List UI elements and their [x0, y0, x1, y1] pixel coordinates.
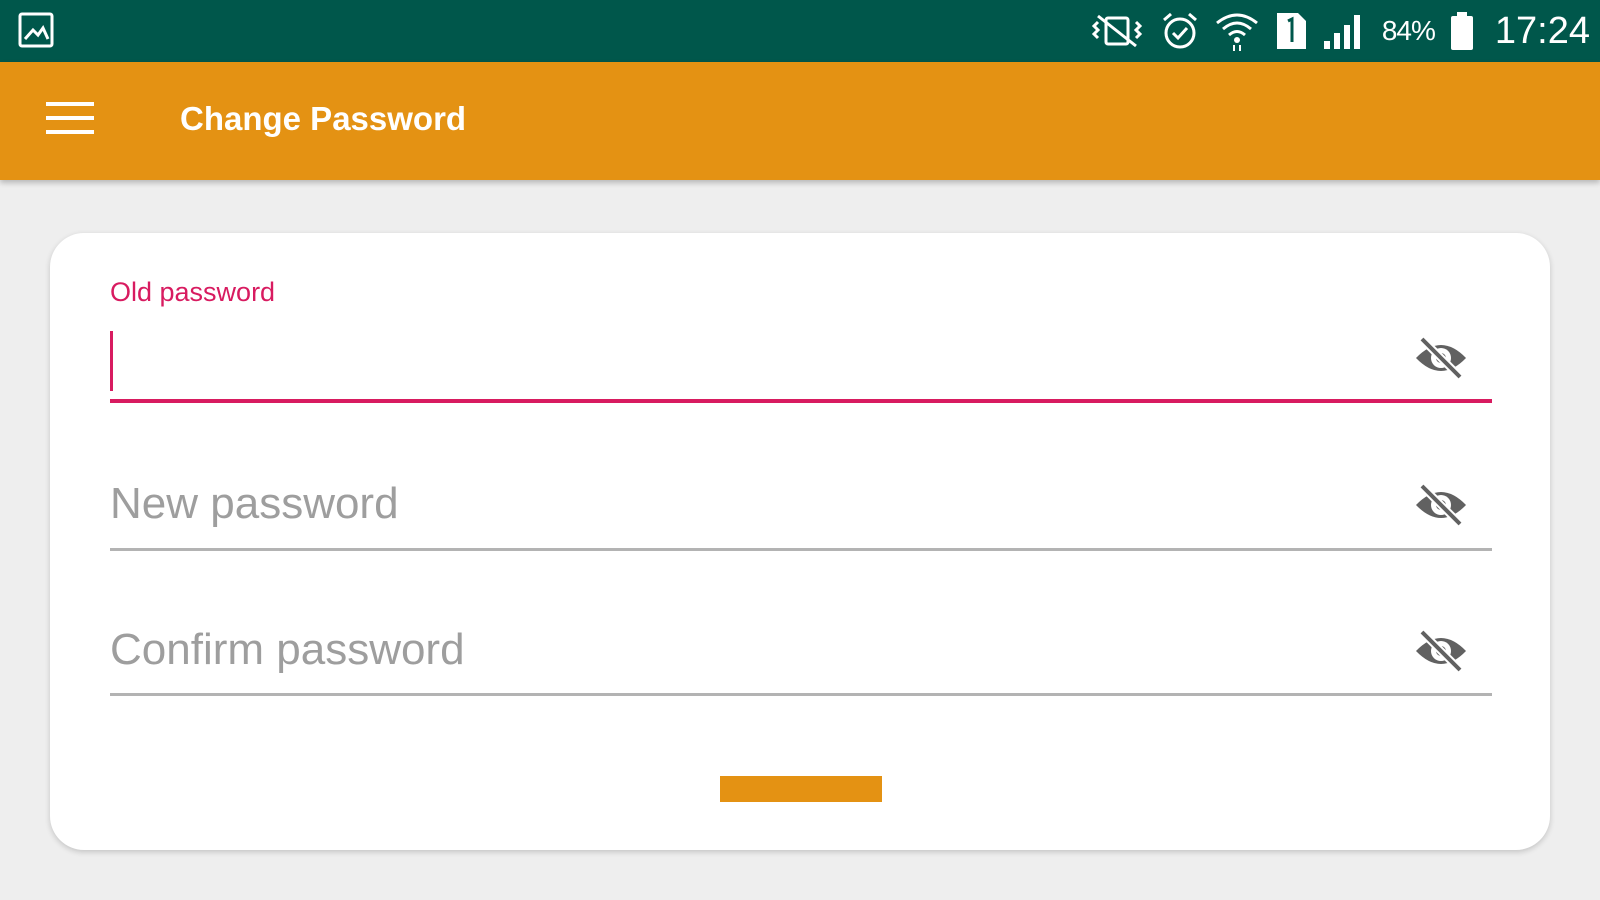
- submit-button[interactable]: [720, 776, 882, 802]
- text-cursor: [110, 331, 113, 391]
- old-password-underline: [110, 399, 1492, 403]
- confirm-password-underline: [110, 693, 1492, 696]
- battery-percent: 84%: [1381, 15, 1436, 46]
- menu-button[interactable]: [36, 90, 104, 150]
- confirm-password-field[interactable]: Confirm password: [110, 613, 1492, 705]
- signal-icon: [1322, 11, 1368, 51]
- status-right: 84% 17:24: [1088, 6, 1590, 56]
- new-password-visibility-toggle[interactable]: [1412, 482, 1470, 533]
- visibility-off-icon: [1413, 335, 1469, 386]
- confirm-password-placeholder: Confirm password: [110, 625, 465, 674]
- wifi-icon: [1214, 10, 1260, 52]
- status-bar: 84% 17:24: [0, 0, 1600, 62]
- clock: 17:24: [1494, 9, 1590, 52]
- new-password-field[interactable]: New password: [110, 465, 1492, 557]
- battery-icon: [1449, 11, 1475, 51]
- hamburger-menu-icon: [46, 100, 94, 141]
- visibility-off-icon: [1413, 628, 1469, 679]
- old-password-label: Old password: [110, 277, 276, 307]
- alarm-icon: [1160, 11, 1200, 51]
- vibrate-icon: [1088, 12, 1146, 50]
- new-password-placeholder: New password: [110, 479, 399, 528]
- sim-card-icon: [1274, 11, 1308, 51]
- page-title: Change Password: [180, 100, 467, 137]
- status-left: [18, 12, 54, 53]
- new-password-underline: [110, 548, 1492, 551]
- visibility-off-icon: [1413, 482, 1469, 533]
- old-password-visibility-toggle[interactable]: [1412, 335, 1470, 386]
- change-password-card: Old password New password Confirm passwo…: [50, 233, 1550, 850]
- app-bar: Change Password: [0, 62, 1600, 180]
- gallery-icon: [18, 12, 54, 52]
- old-password-field[interactable]: Old password: [110, 277, 1492, 409]
- confirm-password-visibility-toggle[interactable]: [1412, 628, 1470, 679]
